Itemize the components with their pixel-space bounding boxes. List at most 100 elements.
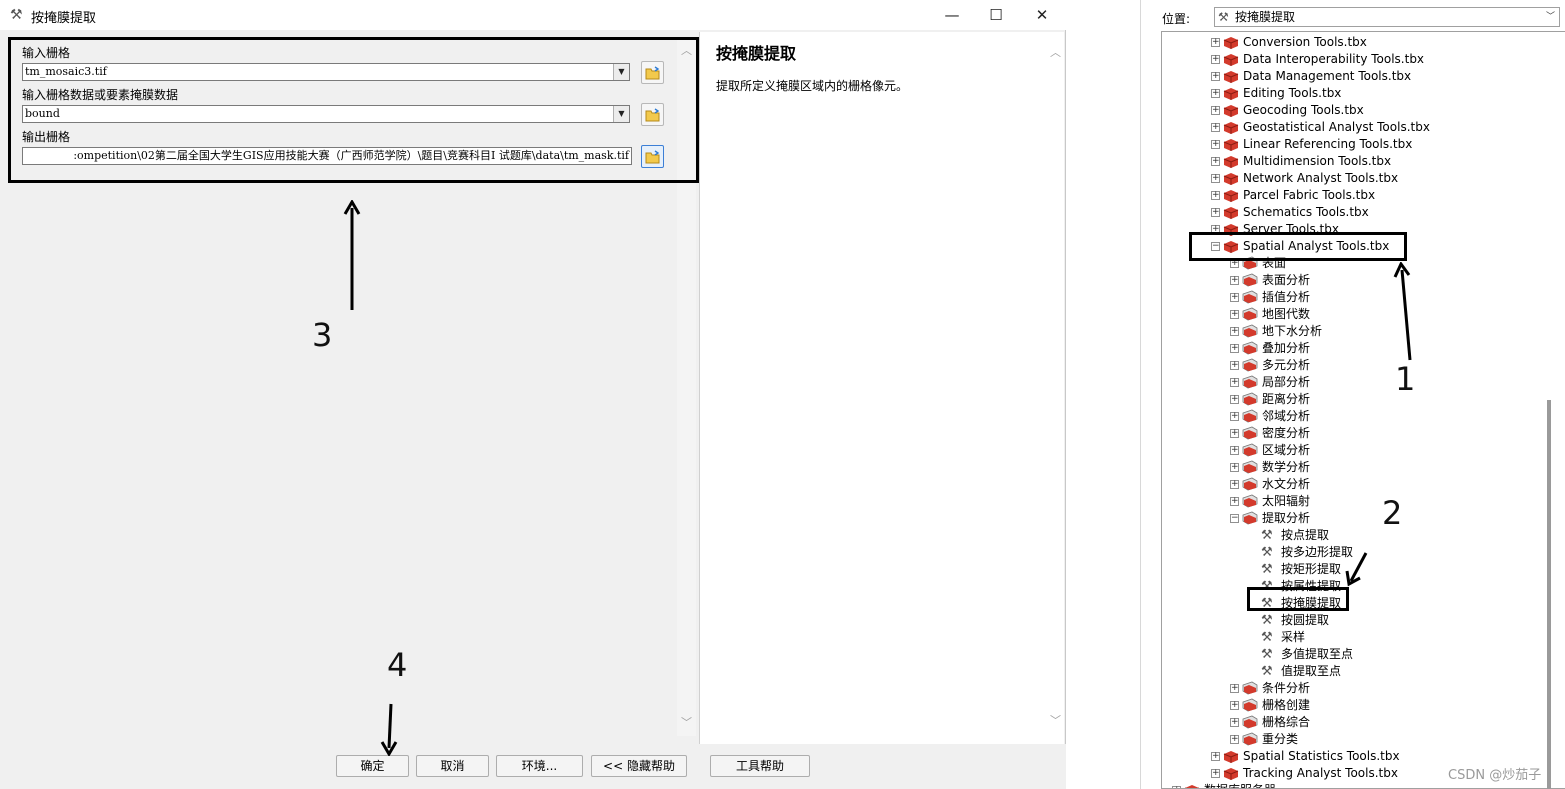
toolset-row[interactable]: + 太阳辐射: [1162, 493, 1565, 510]
toolset-row[interactable]: + 叠加分析: [1162, 340, 1565, 357]
expand-icon[interactable]: +: [1230, 293, 1239, 302]
chevron-down-icon[interactable]: ﹀: [1546, 8, 1555, 26]
toolset-row[interactable]: + 水文分析: [1162, 476, 1565, 493]
expand-icon[interactable]: +: [1230, 378, 1239, 387]
cancel-button[interactable]: 取消: [416, 755, 489, 777]
toolbox-row[interactable]: + Geocoding Tools.tbx: [1162, 102, 1565, 119]
expand-icon[interactable]: +: [1211, 752, 1220, 761]
tool-row[interactable]: ⚒ 按点提取: [1162, 527, 1565, 544]
toolbox-row[interactable]: + Multidimension Tools.tbx: [1162, 153, 1565, 170]
expand-icon[interactable]: +: [1230, 718, 1239, 727]
tree-item-label: 多值提取至点: [1281, 647, 1354, 661]
toolset-row[interactable]: + 距离分析: [1162, 391, 1565, 408]
toolset-row[interactable]: + 多元分析: [1162, 357, 1565, 374]
toolset-row[interactable]: + 栅格综合: [1162, 714, 1565, 731]
toolset-row[interactable]: + 数学分析: [1162, 459, 1565, 476]
toolset-icon: [1242, 460, 1258, 474]
expand-icon[interactable]: +: [1230, 310, 1239, 319]
toolbox-row[interactable]: + Schematics Tools.tbx: [1162, 204, 1565, 221]
expand-icon[interactable]: +: [1211, 769, 1220, 778]
collapse-icon[interactable]: −: [1230, 514, 1239, 523]
toolset-row[interactable]: + 重分类: [1162, 731, 1565, 748]
expand-icon[interactable]: +: [1230, 446, 1239, 455]
toolset-row[interactable]: + 地下水分析: [1162, 323, 1565, 340]
annotation-box-2: [1247, 587, 1349, 611]
maximize-button[interactable]: ☐: [973, 0, 1019, 30]
toolbox-row[interactable]: + Conversion Tools.tbx: [1162, 34, 1565, 51]
expand-icon[interactable]: +: [1211, 208, 1220, 217]
toolset-row[interactable]: + 邻域分析: [1162, 408, 1565, 425]
help-scroll-down-icon[interactable]: ﹀: [1046, 714, 1065, 728]
expand-icon[interactable]: +: [1211, 140, 1220, 149]
toolbox-row[interactable]: + Geostatistical Analyst Tools.tbx: [1162, 119, 1565, 136]
toolset-row-extraction[interactable]: − 提取分析: [1162, 510, 1565, 527]
toolset-row[interactable]: + 局部分析: [1162, 374, 1565, 391]
database-servers-row[interactable]: +数据库服务器: [1162, 782, 1565, 788]
expand-icon[interactable]: +: [1230, 480, 1239, 489]
toolbox-row[interactable]: + Editing Tools.tbx: [1162, 85, 1565, 102]
toolbox-row[interactable]: + Data Interoperability Tools.tbx: [1162, 51, 1565, 68]
expand-icon[interactable]: +: [1230, 735, 1239, 744]
toolset-row[interactable]: + 密度分析: [1162, 425, 1565, 442]
location-combo[interactable]: ⚒ 按掩膜提取 ﹀: [1214, 7, 1560, 27]
tool-row[interactable]: ⚒ 按圆提取: [1162, 612, 1565, 629]
toolbox-row[interactable]: + Spatial Statistics Tools.tbx: [1162, 748, 1565, 765]
expand-icon[interactable]: +: [1230, 701, 1239, 710]
annotation-box-1: [1189, 232, 1407, 261]
minimize-button[interactable]: —: [929, 0, 975, 30]
expand-icon[interactable]: +: [1230, 361, 1239, 370]
toolset-row[interactable]: + 插值分析: [1162, 289, 1565, 306]
expand-icon[interactable]: +: [1211, 106, 1220, 115]
hammer-icon: ⚒: [1261, 562, 1273, 577]
expand-icon[interactable]: +: [1230, 344, 1239, 353]
toolset-row[interactable]: + 区域分析: [1162, 442, 1565, 459]
tree-item-label: 栅格创建: [1262, 698, 1311, 712]
tree-item-label: Geostatistical Analyst Tools.tbx: [1243, 120, 1430, 134]
toolset-row[interactable]: + 条件分析: [1162, 680, 1565, 697]
expand-icon[interactable]: +: [1230, 276, 1239, 285]
expand-icon[interactable]: +: [1230, 497, 1239, 506]
toolbox-icon: [1223, 52, 1239, 66]
expand-icon[interactable]: +: [1211, 72, 1220, 81]
tree-item-label: 栅格综合: [1262, 715, 1311, 729]
expand-icon[interactable]: +: [1230, 463, 1239, 472]
toolset-row[interactable]: + 地图代数: [1162, 306, 1565, 323]
expand-icon[interactable]: +: [1211, 157, 1220, 166]
tree-item-label: Conversion Tools.tbx: [1243, 35, 1367, 49]
environments-button[interactable]: 环境...: [496, 755, 583, 777]
toolbox-row[interactable]: + Data Management Tools.tbx: [1162, 68, 1565, 85]
scroll-down-icon[interactable]: ﹀: [677, 716, 696, 730]
tree-item-label: 按圆提取: [1281, 613, 1330, 627]
expand-icon[interactable]: +: [1211, 55, 1220, 64]
tool-help-button[interactable]: 工具帮助: [710, 755, 810, 777]
expand-icon[interactable]: +: [1211, 38, 1220, 47]
expand-icon[interactable]: +: [1230, 412, 1239, 421]
expand-icon[interactable]: +: [1230, 684, 1239, 693]
expand-icon[interactable]: +: [1211, 191, 1220, 200]
toolset-icon: [1242, 477, 1258, 491]
toolset-row[interactable]: + 表面分析: [1162, 272, 1565, 289]
hide-help-button[interactable]: << 隐藏帮助: [591, 755, 687, 777]
toolbox-row[interactable]: + Network Analyst Tools.tbx: [1162, 170, 1565, 187]
expand-icon[interactable]: +: [1230, 429, 1239, 438]
toolbox-row[interactable]: + Parcel Fabric Tools.tbx: [1162, 187, 1565, 204]
toolset-row[interactable]: + 栅格创建: [1162, 697, 1565, 714]
tool-row[interactable]: ⚒ 值提取至点: [1162, 663, 1565, 680]
toolset-icon: [1242, 341, 1258, 355]
help-description: 提取所定义掩膜区域内的栅格像元。: [716, 79, 909, 93]
expand-icon[interactable]: +: [1211, 174, 1220, 183]
tool-row[interactable]: ⚒ 按掩膜提取: [1162, 595, 1565, 612]
tool-row[interactable]: ⚒ 多值提取至点: [1162, 646, 1565, 663]
close-button[interactable]: ✕: [1019, 0, 1065, 30]
expand-icon[interactable]: +: [1230, 395, 1239, 404]
toolbox-icon: [1223, 749, 1239, 763]
background-gap: [1066, 0, 1140, 789]
expand-icon[interactable]: +: [1230, 327, 1239, 336]
expand-icon[interactable]: +: [1211, 123, 1220, 132]
help-scroll-up-icon[interactable]: ︿: [1046, 46, 1065, 60]
tool-row[interactable]: ⚒ 采样: [1162, 629, 1565, 646]
ok-button[interactable]: 确定: [336, 755, 409, 777]
toolbox-row[interactable]: + Linear Referencing Tools.tbx: [1162, 136, 1565, 153]
catalog-scrollbar[interactable]: [1547, 400, 1551, 789]
expand-icon[interactable]: +: [1211, 89, 1220, 98]
